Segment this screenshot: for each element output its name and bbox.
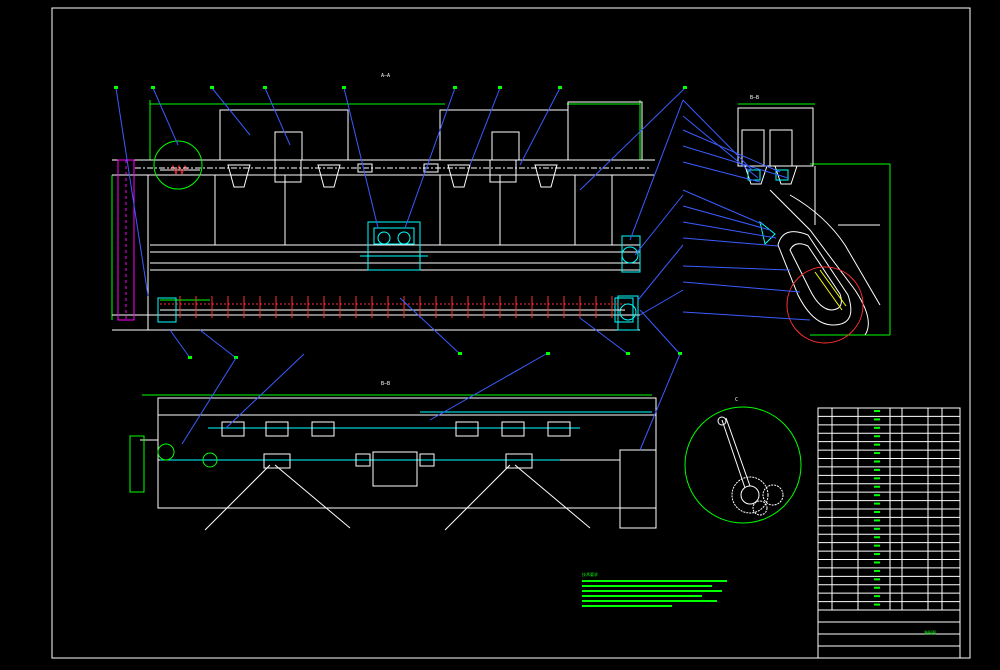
side-rotor-circle	[786, 266, 864, 344]
title-block-cell-text	[874, 443, 880, 446]
title-block-cell-text	[874, 410, 880, 412]
front-left-gear	[129, 435, 218, 493]
front-frame	[140, 397, 657, 529]
title-block-cell-text	[874, 586, 880, 589]
front-view-label: B—B	[381, 381, 390, 387]
notes-heading: 技术要求	[582, 571, 598, 577]
title-block-cell-text	[874, 595, 880, 598]
title-block-cell-text	[874, 511, 880, 513]
title-block-cell-text	[874, 553, 880, 556]
side-dimension-lines	[738, 103, 891, 336]
title-block-cell-text	[874, 544, 880, 547]
rotor-shaft	[157, 296, 634, 323]
top-dimension-lines	[111, 100, 641, 331]
title-block-cell-text	[874, 418, 880, 421]
side-chain-loop	[777, 231, 852, 326]
side-view-label: B—B	[750, 95, 759, 101]
title-block-cell-text	[874, 502, 880, 505]
left-spring-mechanism	[153, 140, 203, 190]
title-block-cell-text	[874, 494, 880, 497]
technical-notes: 技术要求	[582, 571, 727, 607]
title-block-cell-text	[874, 527, 880, 530]
hopper-boxes	[219, 101, 643, 161]
title-block-cell-text	[874, 536, 880, 539]
title-block-label: 装配图	[924, 629, 936, 635]
title-block-cell-text	[874, 519, 880, 522]
right-side-drive	[617, 235, 641, 331]
side-section-cyan	[747, 169, 789, 245]
title-block-cell-text	[874, 485, 880, 488]
upper-shaft	[135, 163, 650, 173]
side-view: B—B	[682, 95, 891, 344]
seed-meter-cups	[227, 159, 558, 188]
detail-view: C	[684, 397, 802, 524]
front-leader-lines	[181, 353, 681, 451]
title-block-cell-text	[874, 477, 880, 480]
cad-drawing-viewport: A—A B—B B—B C 技术要求 装配图	[0, 0, 1000, 666]
side-frame-arm	[769, 166, 881, 336]
side-leader-lines	[682, 99, 811, 321]
front-diagonal-arms	[204, 464, 591, 531]
top-view: A—A	[111, 73, 687, 359]
title-block-cell-text	[874, 578, 880, 581]
detail-view-label: C	[735, 397, 738, 403]
title-block-cell-text	[874, 435, 880, 438]
title-block-cell-text	[874, 468, 880, 471]
title-block-cell-text	[874, 460, 880, 463]
title-block-cell-text	[874, 603, 880, 606]
title-block-cell-text	[874, 452, 880, 455]
assembly-drawing: A—A B—B B—B C 技术要求 装配图	[51, 7, 971, 659]
notes-text-lines	[582, 580, 727, 607]
title-block-cell-text	[874, 569, 880, 572]
front-view: B—B	[129, 353, 681, 531]
top-view-label: A—A	[381, 73, 390, 79]
title-block: 装配图	[817, 407, 961, 659]
left-side-plate	[117, 159, 135, 321]
front-bearings	[221, 421, 571, 487]
top-leader-lines	[115, 87, 686, 359]
title-block-cell-text	[874, 561, 880, 564]
title-block-cell-text	[874, 426, 880, 429]
